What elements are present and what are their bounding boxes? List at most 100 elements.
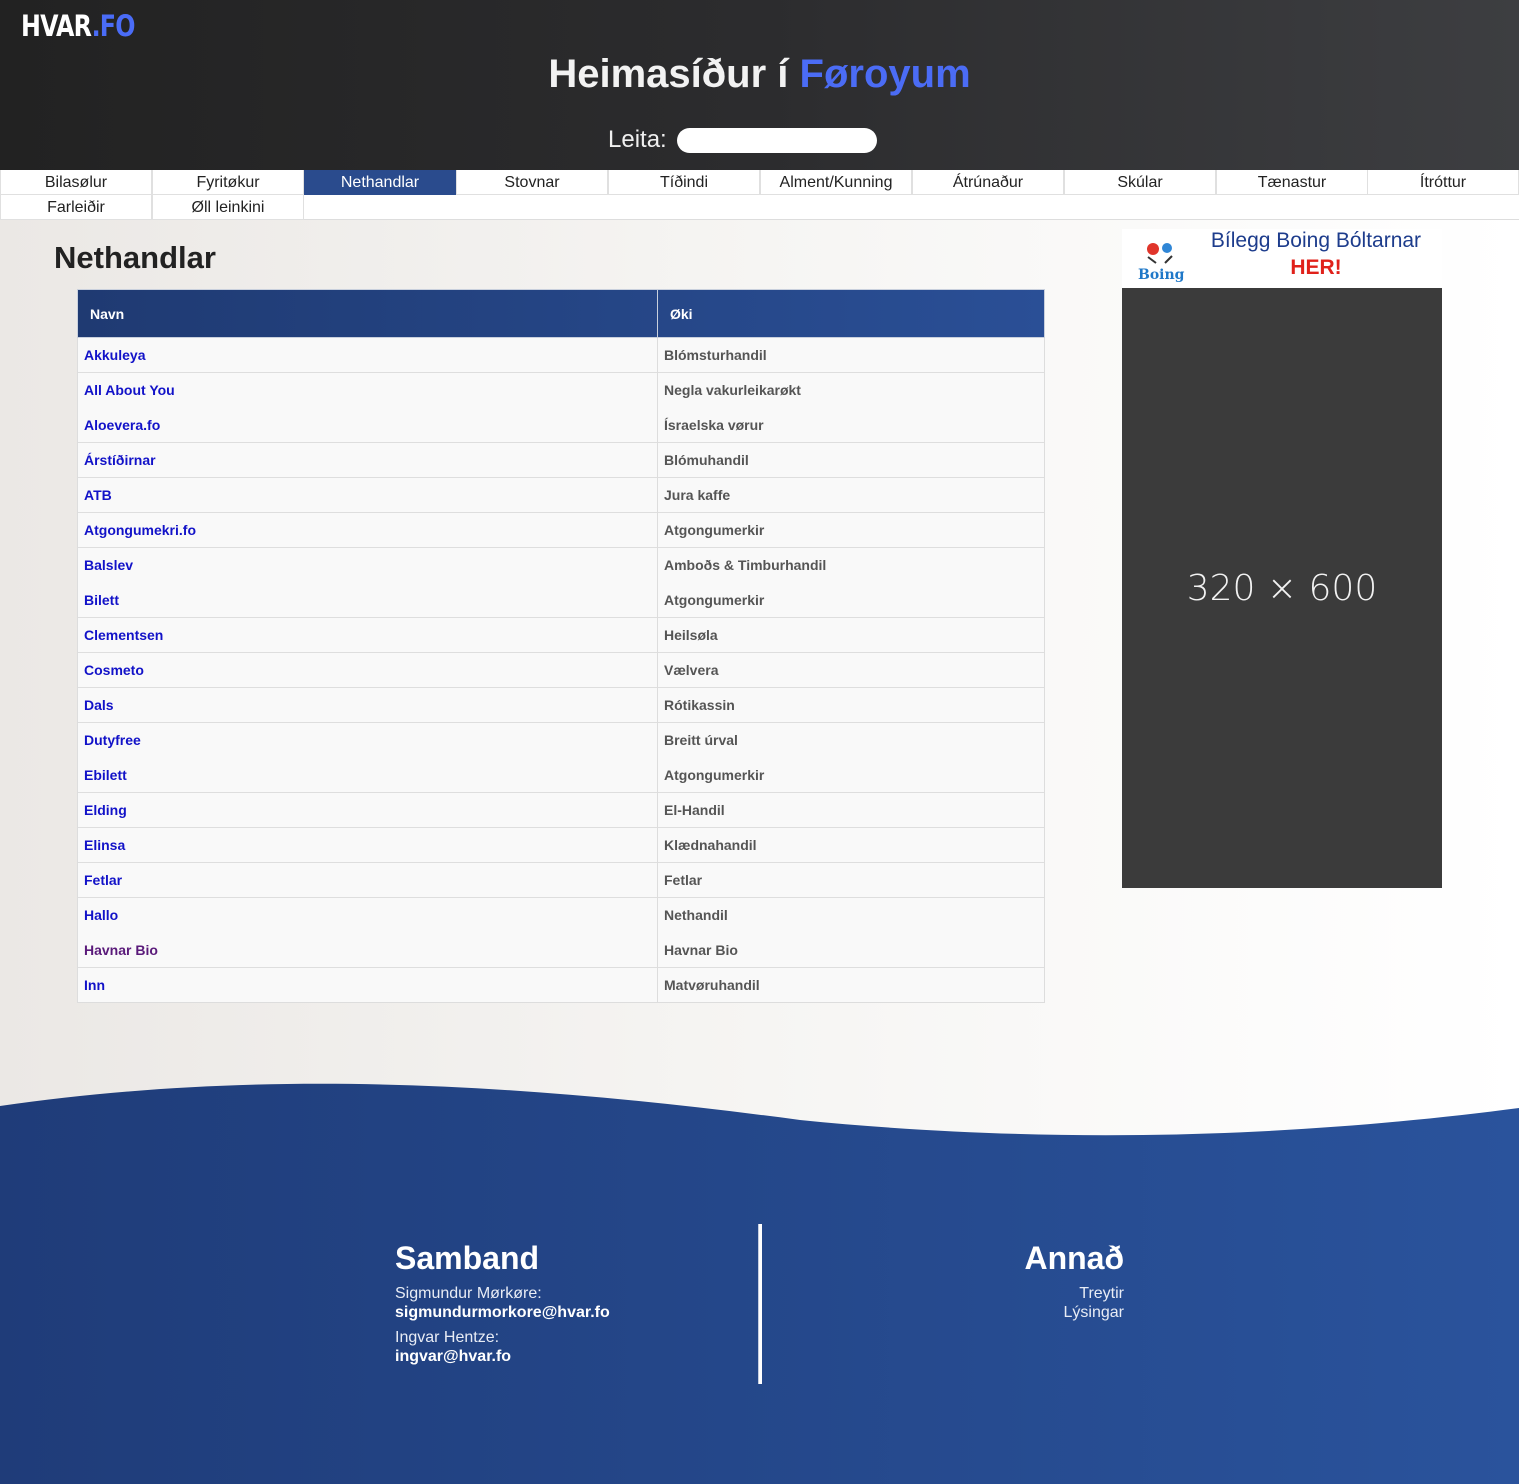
- shop-link[interactable]: Hallo: [77, 897, 658, 933]
- table-row: All About You Negla vakurleikarøkt: [77, 372, 1045, 408]
- ad-title: Bílegg Boing Bóltarnar: [1210, 229, 1422, 252]
- column-header-name[interactable]: Navn: [77, 289, 658, 338]
- shop-link[interactable]: Aloevera.fo: [77, 407, 658, 443]
- shop-category: Fetlar: [657, 862, 1045, 898]
- shop-link[interactable]: Árstíðirnar: [77, 442, 658, 478]
- shop-link[interactable]: Clementsen: [77, 617, 658, 653]
- table-row: Akkuleya Blómsturhandil: [77, 337, 1045, 373]
- table-row: Balslev Amboðs & Timburhandil: [77, 547, 1045, 583]
- table-row: Hallo Nethandil: [77, 897, 1045, 933]
- table-row: Árstíðirnar Blómuhandil: [77, 442, 1045, 478]
- footer-link-treytir[interactable]: Treytir: [960, 1284, 1124, 1303]
- shop-category: Rótikassin: [657, 687, 1045, 723]
- shop-link[interactable]: Dals: [77, 687, 658, 723]
- shop-category: Breitt úrval: [657, 722, 1045, 758]
- nav-item-itrottur[interactable]: Ítróttur: [1367, 170, 1519, 195]
- ad-banner[interactable]: Boing Bílegg Boing Bóltarnar HER!: [1122, 229, 1442, 288]
- nav-item-tidindi[interactable]: Tíðindi: [608, 170, 760, 195]
- column-header-category[interactable]: Øki: [657, 289, 1045, 338]
- nav-item-atrunadur[interactable]: Átrúnaður: [912, 170, 1064, 195]
- table-row: Dals Rótikassin: [77, 687, 1045, 723]
- ad-subtitle: HER!: [1290, 256, 1342, 279]
- ad-placeholder[interactable]: 320 × 600: [1122, 288, 1442, 888]
- shop-link[interactable]: Cosmeto: [77, 652, 658, 688]
- footer-other: Annað Treytir Lýsingar: [960, 1238, 1124, 1322]
- contact-email[interactable]: ingvar@hvar.fo: [395, 1347, 610, 1366]
- shop-link[interactable]: Fetlar: [77, 862, 658, 898]
- nav-item-fyritokur[interactable]: Fyritøkur: [152, 170, 304, 195]
- table-row: Inn Matvøruhandil: [77, 967, 1045, 1003]
- table-row: Dutyfree Breitt úrval: [77, 722, 1045, 758]
- table-row: Ebilett Atgongumerkir: [77, 757, 1045, 793]
- ad-logo-text: Boing: [1138, 267, 1185, 283]
- site-title-main: Heimasíður í: [548, 52, 789, 96]
- table-header-row: Navn Øki: [77, 289, 1045, 338]
- category-nav: Bilasølur Fyritøkur Nethandlar Stovnar T…: [0, 170, 1519, 220]
- table-row: Fetlar Fetlar: [77, 862, 1045, 898]
- shop-link[interactable]: ATB: [77, 477, 658, 513]
- contact-name: Sigmundur Mørkøre:: [395, 1285, 542, 1302]
- shop-category: Blómsturhandil: [657, 337, 1045, 373]
- site-title-accent: Føroyum: [799, 52, 971, 96]
- shop-category: Jura kaffe: [657, 477, 1045, 513]
- nav-item-skular[interactable]: Skúlar: [1064, 170, 1216, 195]
- shop-link[interactable]: Akkuleya: [77, 337, 658, 373]
- table-row: Elinsa Klædnahandil: [77, 827, 1045, 863]
- site-title: Heimasíður í Føroyum: [0, 52, 1519, 97]
- nav-item-oll-leinkini[interactable]: Øll leinkini: [152, 195, 304, 220]
- logo-main: HVAR: [21, 9, 92, 43]
- shop-category: Klædnahandil: [657, 827, 1045, 863]
- footer-contact: Samband Sigmundur Mørkøre: sigmundurmork…: [395, 1238, 610, 1372]
- shop-link[interactable]: Dutyfree: [77, 722, 658, 758]
- shop-category: Havnar Bio: [657, 932, 1045, 968]
- search-label: Leita:: [608, 126, 667, 153]
- nav-item-alment-kunning[interactable]: Alment/Kunning: [760, 170, 912, 195]
- shop-link[interactable]: Balslev: [77, 547, 658, 583]
- shop-link[interactable]: Elinsa: [77, 827, 658, 863]
- shop-category: Amboðs & Timburhandil: [657, 547, 1045, 583]
- site-header: HVAR.FO Heimasíður í Føroyum Leita:: [0, 0, 1519, 170]
- site-logo[interactable]: HVAR.FO: [21, 9, 135, 43]
- table-row: Atgongumekri.fo Atgongumerkir: [77, 512, 1045, 548]
- nav-item-bilasolur[interactable]: Bilasølur: [0, 170, 152, 195]
- shop-category: Atgongumerkir: [657, 512, 1045, 548]
- table-row: Elding El-Handil: [77, 792, 1045, 828]
- nav-item-taenastur[interactable]: Tænastur: [1216, 170, 1368, 195]
- table-row: Clementsen Heilsøla: [77, 617, 1045, 653]
- shop-link[interactable]: Atgongumekri.fo: [77, 512, 658, 548]
- nav-item-farleidir[interactable]: Farleiðir: [0, 195, 152, 220]
- search-input[interactable]: [677, 128, 877, 153]
- shop-category: Ísraelska vørur: [657, 407, 1045, 443]
- shop-link[interactable]: Ebilett: [77, 757, 658, 793]
- nav-item-nethandlar[interactable]: Nethandlar: [304, 170, 456, 195]
- directory-table: Navn Øki Akkuleya Blómsturhandil All Abo…: [77, 289, 1045, 1003]
- boing-logo-icon: Boing: [1138, 243, 1185, 283]
- shop-category: Vælvera: [657, 652, 1045, 688]
- shop-link[interactable]: Havnar Bio: [77, 932, 658, 968]
- nav-item-stovnar[interactable]: Stovnar: [456, 170, 608, 195]
- page-title: Nethandlar: [54, 240, 216, 275]
- shop-category: Heilsøla: [657, 617, 1045, 653]
- contact-name: Ingvar Hentze:: [395, 1329, 500, 1346]
- footer-contact-heading: Samband: [395, 1240, 540, 1276]
- shop-link[interactable]: Elding: [77, 792, 658, 828]
- shop-category: Atgongumerkir: [657, 757, 1045, 793]
- contact-email[interactable]: sigmundurmorkore@hvar.fo: [395, 1303, 610, 1322]
- table-row: Aloevera.fo Ísraelska vørur: [77, 407, 1045, 443]
- logo-accent: .FO: [91, 9, 136, 43]
- table-row: Havnar Bio Havnar Bio: [77, 932, 1045, 968]
- shop-category: Matvøruhandil: [657, 967, 1045, 1003]
- shop-category: Atgongumerkir: [657, 582, 1045, 618]
- shop-link[interactable]: Inn: [77, 967, 658, 1003]
- footer-other-heading: Annað: [1024, 1240, 1124, 1276]
- footer-link-lysingar[interactable]: Lýsingar: [960, 1303, 1124, 1322]
- footer-divider: [758, 1224, 762, 1384]
- shop-category: Nethandil: [657, 897, 1045, 933]
- table-row: Cosmeto Vælvera: [77, 652, 1045, 688]
- shop-category: Negla vakurleikarøkt: [657, 372, 1045, 408]
- shop-link[interactable]: All About You: [77, 372, 658, 408]
- table-row: ATB Jura kaffe: [77, 477, 1045, 513]
- shop-category: Blómuhandil: [657, 442, 1045, 478]
- shop-category: El-Handil: [657, 792, 1045, 828]
- shop-link[interactable]: Bilett: [77, 582, 658, 618]
